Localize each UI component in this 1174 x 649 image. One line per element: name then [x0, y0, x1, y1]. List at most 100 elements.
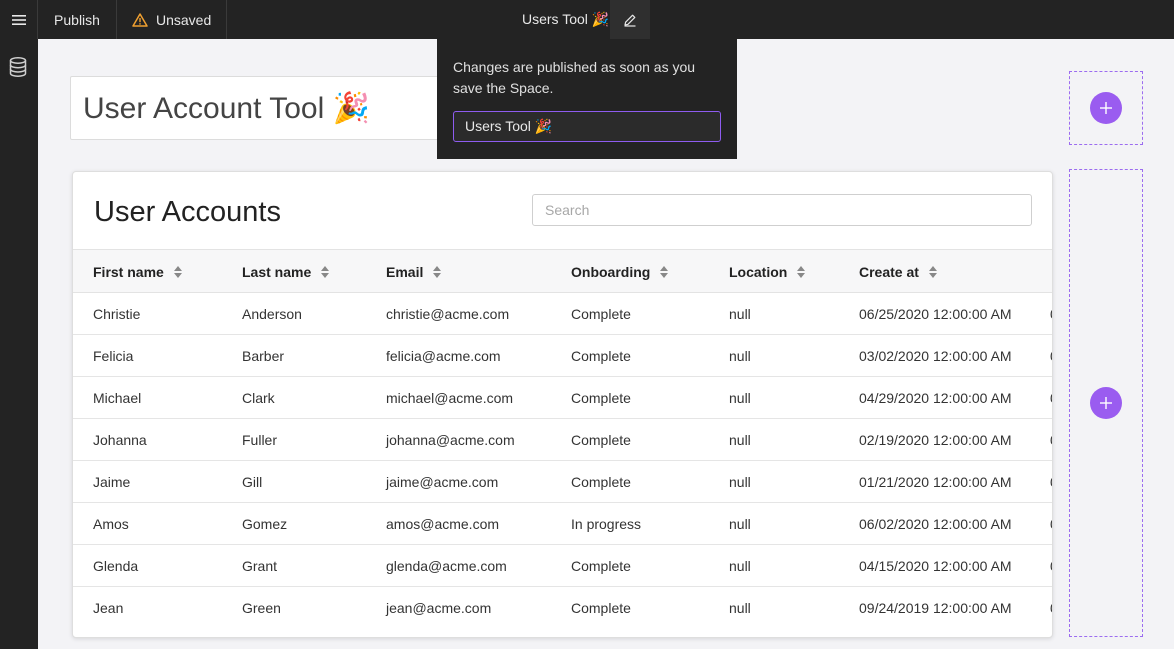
cell-create-at: 04/15/2020 12:00:00 AM [859, 558, 1012, 574]
cell-overflow: 0 [1050, 474, 1052, 490]
warning-icon [132, 12, 148, 27]
pencil-icon [624, 14, 636, 27]
cell-email: johanna@acme.com [386, 432, 515, 448]
cell-overflow: 0 [1050, 516, 1052, 532]
page-title-card[interactable]: User Account Tool 🎉 [70, 76, 450, 140]
cell-onboarding: Complete [571, 600, 631, 616]
column-header-location[interactable]: Location [729, 264, 806, 280]
cell-first-name: Christie [93, 306, 141, 322]
cell-email: michael@acme.com [386, 390, 514, 406]
cell-create-at: 09/24/2019 12:00:00 AM [859, 600, 1012, 616]
table-header: First name Last name Email Onboarding Lo… [73, 249, 1052, 293]
cell-onboarding: Complete [571, 432, 631, 448]
cell-create-at: 02/19/2020 12:00:00 AM [859, 432, 1012, 448]
cell-last-name: Fuller [242, 432, 278, 448]
menu-button[interactable] [0, 0, 38, 39]
drop-zone-top[interactable] [1069, 71, 1143, 145]
edit-title-button[interactable] [610, 0, 650, 39]
cell-last-name: Clark [242, 390, 275, 406]
cell-onboarding: Complete [571, 306, 631, 322]
cell-location: null [729, 390, 751, 406]
table-row[interactable]: Amos Gomez amos@acme.com In progress nul… [73, 503, 1052, 545]
cell-first-name: Felicia [93, 348, 134, 364]
search-input[interactable] [532, 194, 1032, 226]
column-header-first-name[interactable]: First name [93, 264, 182, 280]
cell-first-name: Johanna [93, 432, 147, 448]
cell-first-name: Jaime [93, 474, 131, 490]
cell-location: null [729, 516, 751, 532]
sort-icon [173, 266, 182, 278]
cell-create-at: 06/25/2020 12:00:00 AM [859, 306, 1012, 322]
cell-location: null [729, 348, 751, 364]
sort-icon [433, 266, 442, 278]
cell-onboarding: Complete [571, 558, 631, 574]
rename-popover: Changes are published as soon as you sav… [437, 39, 737, 159]
cell-last-name: Gomez [242, 516, 288, 532]
cell-location: null [729, 306, 751, 322]
cell-email: christie@acme.com [386, 306, 510, 322]
page-title: User Account Tool 🎉 [83, 92, 370, 125]
cell-onboarding: In progress [571, 516, 642, 532]
cell-onboarding: Complete [571, 390, 631, 406]
cell-create-at: 06/02/2020 12:00:00 AM [859, 516, 1012, 532]
cell-first-name: Jean [93, 600, 124, 616]
table-row[interactable]: Christie Anderson christie@acme.com Comp… [73, 293, 1052, 335]
table-row[interactable]: Johanna Fuller johanna@acme.com Complete… [73, 419, 1052, 461]
add-block-button[interactable] [1090, 387, 1122, 419]
cell-onboarding: Complete [571, 474, 631, 490]
space-title[interactable]: Users Tool 🎉 [522, 11, 609, 28]
popover-message: Changes are published as soon as you sav… [453, 59, 696, 96]
table-row[interactable]: Glenda Grant glenda@acme.com Complete nu… [73, 545, 1052, 587]
column-header-last-name[interactable]: Last name [242, 264, 330, 280]
cell-first-name: Michael [93, 390, 142, 406]
top-bar: Publish Unsaved Users Tool 🎉 [0, 0, 1174, 39]
column-header-email[interactable]: Email [386, 264, 442, 280]
left-sidebar [0, 39, 38, 649]
cell-onboarding: Complete [571, 348, 631, 364]
cell-email: jaime@acme.com [386, 474, 499, 490]
publish-label: Publish [54, 11, 100, 28]
sort-icon [797, 266, 806, 278]
cell-email: glenda@acme.com [386, 558, 507, 574]
table-row[interactable]: Jean Green jean@acme.com Complete null 0… [73, 587, 1052, 629]
cell-overflow: 0 [1050, 432, 1052, 448]
cell-create-at: 03/02/2020 12:00:00 AM [859, 348, 1012, 364]
plus-icon [1100, 102, 1112, 114]
cell-overflow: 0 [1050, 558, 1052, 574]
sort-icon [321, 266, 330, 278]
cell-location: null [729, 474, 751, 490]
publish-button[interactable]: Publish [38, 0, 117, 39]
cell-create-at: 04/29/2020 12:00:00 AM [859, 390, 1012, 406]
unsaved-status[interactable]: Unsaved [117, 0, 227, 39]
cell-first-name: Amos [93, 516, 129, 532]
cell-location: null [729, 432, 751, 448]
drop-zone-side[interactable] [1069, 169, 1143, 637]
space-name-input[interactable] [453, 111, 721, 142]
plus-icon [1100, 397, 1112, 409]
table-row[interactable]: Michael Clark michael@acme.com Complete … [73, 377, 1052, 419]
column-header-create-at[interactable]: Create at [859, 264, 937, 280]
cell-last-name: Green [242, 600, 281, 616]
cell-first-name: Glenda [93, 558, 139, 574]
cell-email: amos@acme.com [386, 516, 500, 532]
cell-overflow: 0 [1050, 348, 1052, 364]
cell-location: null [729, 558, 751, 574]
add-block-button[interactable] [1090, 92, 1122, 124]
cell-overflow: 0 [1050, 600, 1052, 616]
menu-icon [11, 14, 26, 25]
database-icon[interactable] [9, 57, 27, 77]
unsaved-label: Unsaved [156, 11, 212, 28]
table-title: User Accounts [94, 196, 281, 228]
cell-last-name: Anderson [242, 306, 302, 322]
table-row[interactable]: Felicia Barber felicia@acme.com Complete… [73, 335, 1052, 377]
sort-icon [660, 266, 669, 278]
cell-location: null [729, 600, 751, 616]
table-row[interactable]: Jaime Gill jaime@acme.com Complete null … [73, 461, 1052, 503]
cell-overflow: 0 [1050, 306, 1052, 322]
column-header-onboarding[interactable]: Onboarding [571, 264, 669, 280]
cell-create-at: 01/21/2020 12:00:00 AM [859, 474, 1012, 490]
cell-email: jean@acme.com [386, 600, 492, 616]
cell-last-name: Barber [242, 348, 285, 364]
sort-icon [928, 266, 937, 278]
cell-email: felicia@acme.com [386, 348, 501, 364]
